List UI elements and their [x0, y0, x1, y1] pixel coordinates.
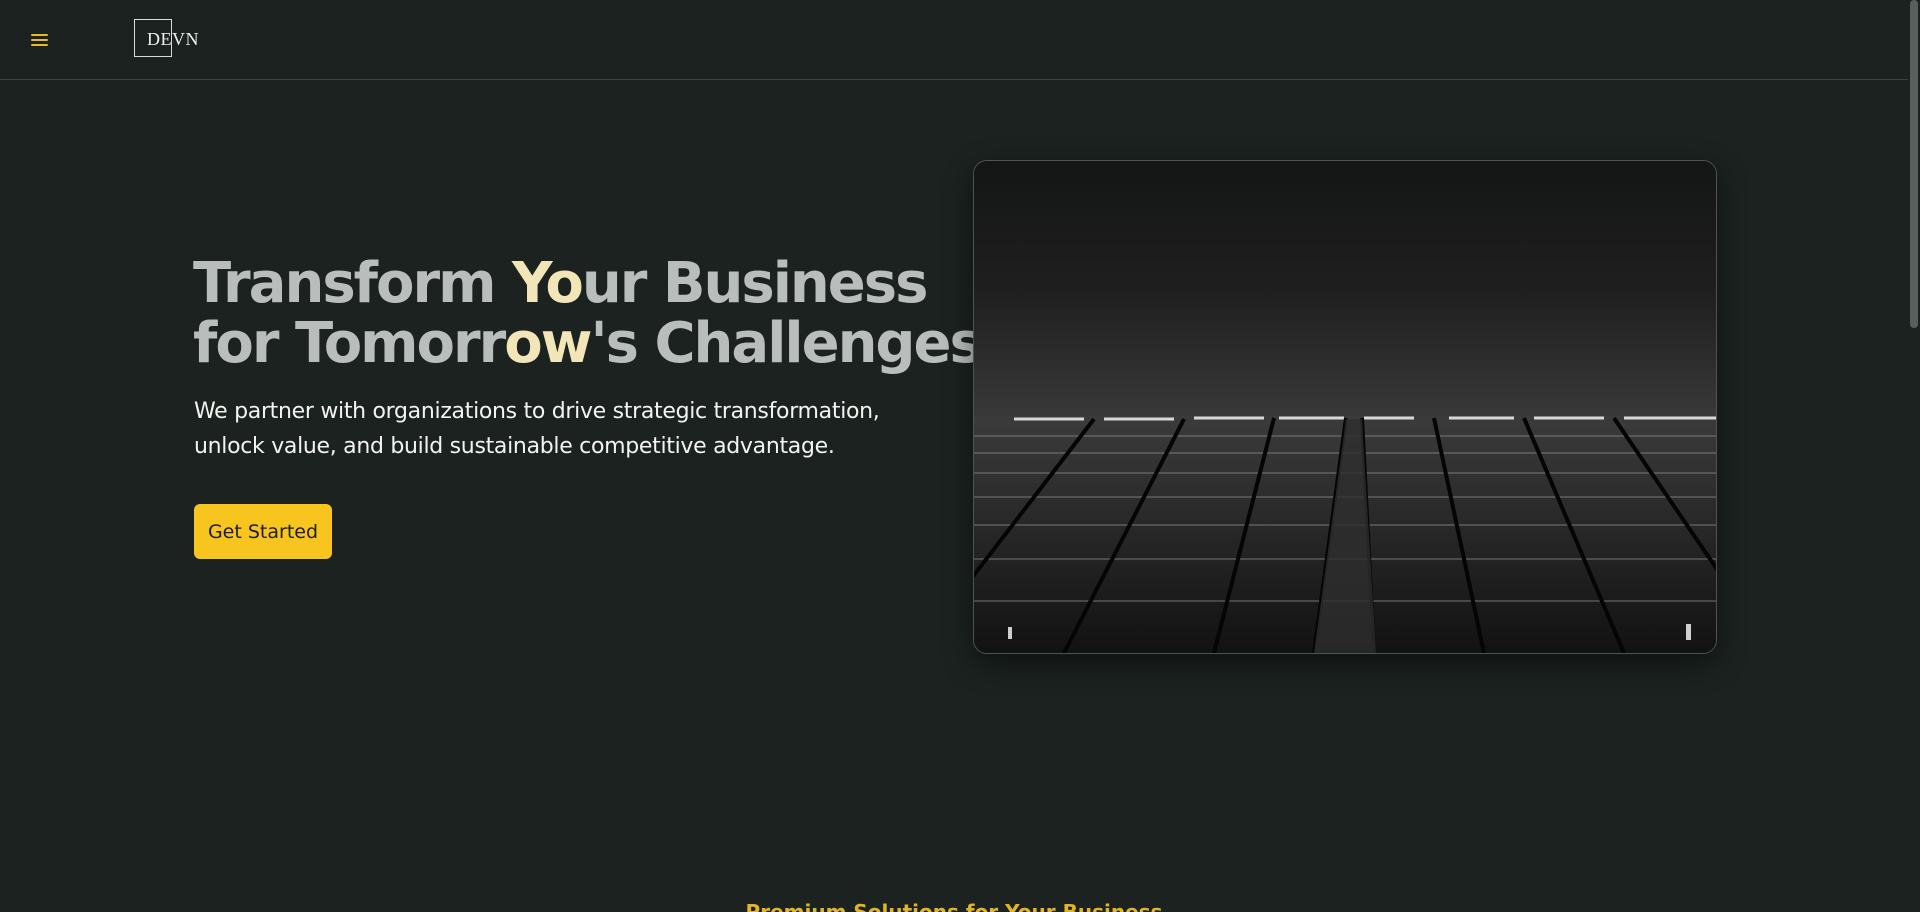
logo-text: DEVN	[147, 29, 199, 49]
building-facade-illustration	[974, 161, 1716, 653]
logo[interactable]: DEVN	[134, 19, 200, 61]
hero-title-text: for Tomorr	[193, 311, 506, 376]
hero-title-text: Transform	[193, 251, 512, 316]
hero-title-line-1: Transform Your Business	[193, 254, 953, 314]
hero-title-text: 's Challenges	[590, 311, 982, 376]
hero-subtitle: We partner with organizations to drive s…	[194, 399, 880, 459]
scrollbar-thumb[interactable]	[1910, 0, 1918, 328]
hero-building-image	[973, 160, 1717, 654]
section-title: Premium Solutions for Your Business	[745, 900, 1163, 912]
hero-title: Transform Your Business for Tomorrow's C…	[193, 254, 983, 376]
site-header: DEVN	[0, 0, 1908, 80]
hero-title-text: ur Business	[581, 251, 929, 316]
hero-title-line-2: for Tomorrow's Challenges	[193, 311, 983, 376]
page: DEVN Transform Your Business for Tomorro…	[0, 0, 1920, 912]
hero-title-highlight: ow	[504, 311, 592, 376]
hamburger-menu-icon[interactable]	[28, 30, 52, 50]
hero-title-highlight: Yo	[511, 251, 584, 316]
get-started-button[interactable]: Get Started	[194, 504, 332, 559]
page-scrollbar[interactable]	[1908, 0, 1920, 912]
